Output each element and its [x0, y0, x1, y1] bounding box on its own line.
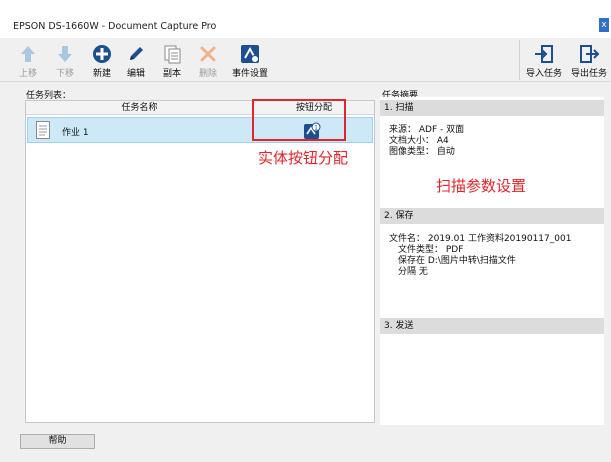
import-icon [535, 45, 553, 63]
new-button[interactable]: 新建 [87, 38, 117, 82]
export-task-label: 导出任务 [570, 69, 607, 79]
scan-params-annotation: 扫描参数设置 [436, 177, 527, 195]
toolbar-separator [519, 40, 520, 80]
save-section-header: 2. 保存 [380, 208, 604, 224]
delete-label: 删除 [198, 69, 217, 79]
delete-x-icon [200, 46, 216, 62]
move-up-label: 上移 [18, 69, 37, 79]
edit-label: 编辑 [126, 69, 145, 79]
copy-document-icon [164, 45, 181, 64]
import-task-label: 导入任务 [525, 69, 562, 79]
import-task-button[interactable]: 导入任务 [524, 38, 564, 82]
delete-button[interactable]: 删除 [193, 38, 223, 82]
move-up-button[interactable]: 上移 [13, 38, 43, 82]
move-down-button[interactable]: 下移 [50, 38, 80, 82]
scan-section-header: 1. 扫描 [380, 100, 604, 116]
event-settings-icon [241, 45, 259, 63]
arrow-down-icon [58, 46, 72, 62]
arrow-up-icon [21, 46, 35, 62]
task-name: 作业 1 [62, 128, 89, 138]
task-summary-panel: 1. 扫描 来源： ADF - 双面 文档大小： A4 图像类型： 自动 2. … [380, 97, 604, 425]
event-settings-label: 事件设置 [231, 69, 268, 79]
column-header-task-name[interactable]: 任务名称 [26, 101, 254, 115]
pencil-icon [130, 47, 143, 60]
send-section-header: 3. 发送 [380, 318, 604, 334]
copy-button[interactable]: 副本 [157, 38, 187, 82]
title-bar: EPSON DS-1660W - Document Capture Pro x [0, 0, 611, 38]
plus-circle-icon [93, 45, 111, 63]
document-icon [36, 121, 50, 139]
scan-image-type: 图像类型： 自动 [389, 147, 455, 157]
event-settings-button[interactable]: 事件设置 [230, 38, 270, 82]
toolbar: 上移 下移 新建 编辑 副本 删除 事件设置 导入任务 导出任务 [0, 38, 611, 82]
edit-button[interactable]: 编辑 [121, 38, 151, 82]
copy-label: 副本 [162, 69, 181, 79]
export-task-button[interactable]: 导出任务 [569, 38, 609, 82]
button-assign-annotation: 实体按钮分配 [258, 149, 349, 167]
window-title: EPSON DS-1660W - Document Capture Pro [13, 21, 217, 32]
new-label: 新建 [92, 69, 111, 79]
close-button[interactable]: x [599, 18, 609, 32]
move-down-label: 下移 [55, 69, 74, 79]
export-icon [580, 45, 600, 63]
help-button[interactable]: 帮助 [20, 434, 95, 449]
save-separator: 分隔 无 [398, 267, 428, 277]
button-assign-highlight-box [252, 99, 346, 141]
